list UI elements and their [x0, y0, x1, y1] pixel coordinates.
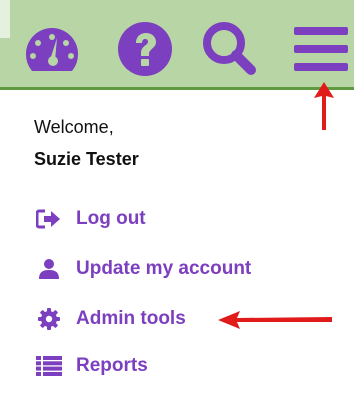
user-name: Suzie Tester — [34, 149, 139, 169]
reports-link[interactable]: Reports — [34, 352, 148, 380]
update-account-link[interactable]: Update my account — [34, 255, 251, 283]
annotation-arrow-left — [218, 311, 332, 329]
search-icon — [203, 22, 256, 75]
user-icon — [34, 258, 64, 280]
sign-out-icon — [34, 208, 64, 230]
logout-link[interactable]: Log out — [34, 205, 146, 233]
welcome-text: Welcome, — [34, 117, 114, 137]
dashboard-button[interactable] — [22, 20, 82, 80]
dashboard-icon — [25, 28, 79, 71]
admin-tools-label: Admin tools — [76, 308, 186, 329]
search-button[interactable] — [199, 18, 259, 78]
help-button[interactable] — [115, 19, 175, 79]
menu-icon — [294, 27, 348, 71]
annotation-arrow-up — [314, 82, 334, 130]
list-icon — [34, 355, 64, 377]
gear-icon — [34, 308, 64, 330]
top-toolbar — [0, 0, 354, 90]
toolbar-edge — [0, 0, 10, 38]
help-icon — [118, 22, 172, 76]
update-account-label: Update my account — [76, 258, 252, 279]
admin-tools-link[interactable]: Admin tools — [34, 305, 186, 333]
menu-button[interactable] — [292, 20, 350, 78]
logout-label: Log out — [76, 208, 146, 229]
reports-label: Reports — [76, 355, 148, 376]
